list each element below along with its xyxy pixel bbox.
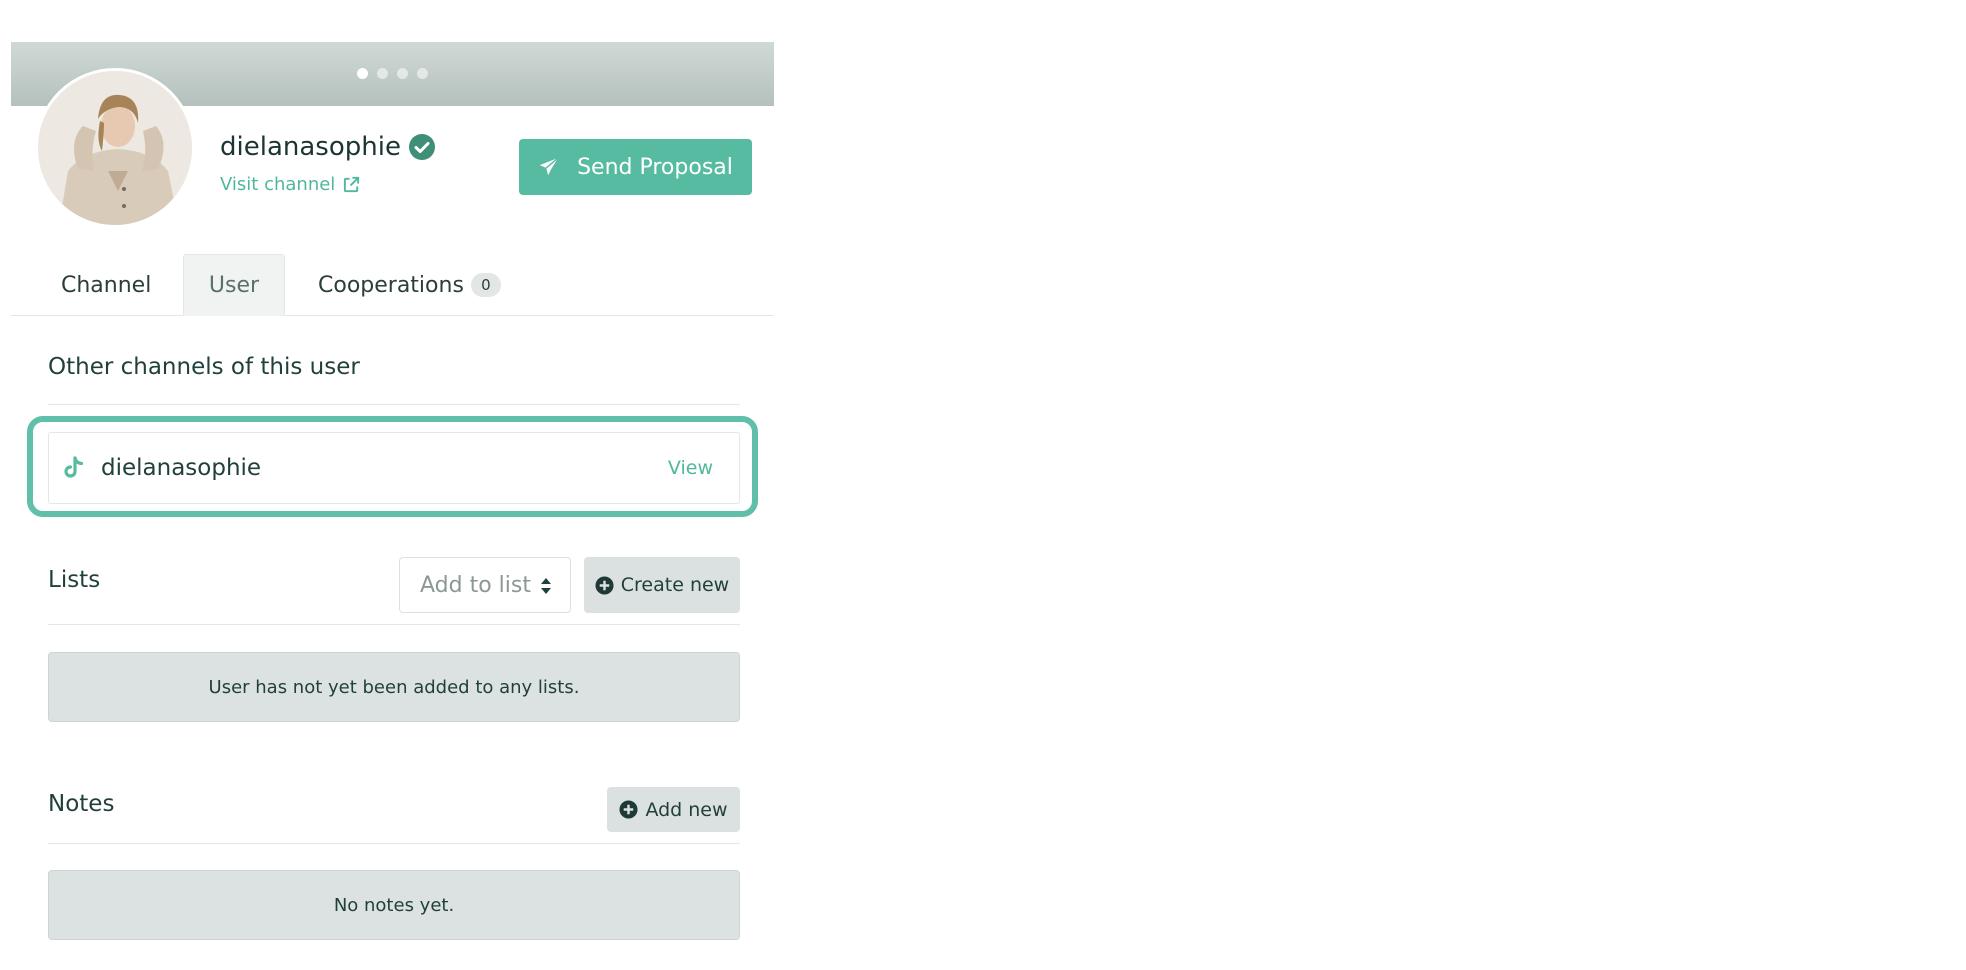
send-proposal-button[interactable]: Send Proposal (519, 139, 752, 195)
plus-circle-icon (619, 800, 638, 819)
lists-divider (48, 624, 740, 625)
tab-user[interactable]: User (183, 254, 285, 316)
carousel-dot-3[interactable] (397, 68, 408, 79)
tab-channel[interactable]: Channel (61, 254, 151, 316)
cooperations-count-badge: 0 (470, 273, 501, 297)
add-to-list-select[interactable]: Add to list (399, 557, 571, 613)
view-channel-link[interactable]: View (668, 457, 713, 479)
sort-arrows-icon (541, 578, 551, 594)
notes-title: Notes (48, 791, 115, 817)
carousel-dot-1[interactable] (357, 68, 368, 79)
notes-divider (48, 843, 740, 844)
notes-empty-message: No notes yet. (48, 870, 740, 940)
other-channels-title: Other channels of this user (48, 354, 360, 380)
carousel-dot-4[interactable] (417, 68, 428, 79)
create-new-list-button[interactable]: Create new (584, 557, 740, 613)
lists-title: Lists (48, 567, 101, 593)
visit-channel-link[interactable]: Visit channel (220, 174, 361, 195)
paper-plane-icon (539, 157, 559, 176)
tiktok-icon (64, 456, 84, 478)
tab-channel-label: Channel (61, 272, 152, 298)
send-proposal-label: Send Proposal (577, 154, 733, 180)
tab-cooperations[interactable]: Cooperations 0 (318, 254, 501, 316)
visit-channel-label: Visit channel (220, 174, 336, 195)
verified-check-icon (408, 134, 435, 160)
add-note-label: Add new (645, 798, 728, 821)
other-channel-name: dielanasophie (101, 455, 262, 481)
carousel-dot-2[interactable] (377, 68, 388, 79)
profile-tabs: Channel User Cooperations 0 (11, 254, 774, 316)
avatar (35, 68, 195, 228)
other-channel-item: dielanasophie View (48, 432, 740, 504)
user-profile-panel: dielanasophie Visit channel Send Proposa… (11, 42, 774, 970)
lists-empty-message: User has not yet been added to any lists… (48, 652, 740, 722)
add-to-list-placeholder: Add to list (420, 572, 531, 598)
profile-name-row: dielanasophie (220, 132, 435, 162)
create-new-label: Create new (620, 574, 730, 596)
external-link-icon (344, 176, 360, 193)
plus-circle-icon (595, 575, 614, 595)
tab-user-label: User (208, 272, 260, 298)
tab-cooperations-label: Cooperations (318, 272, 464, 298)
other-channels-divider (48, 404, 740, 405)
profile-username: dielanasophie (220, 132, 401, 162)
add-note-button[interactable]: Add new (607, 787, 740, 832)
